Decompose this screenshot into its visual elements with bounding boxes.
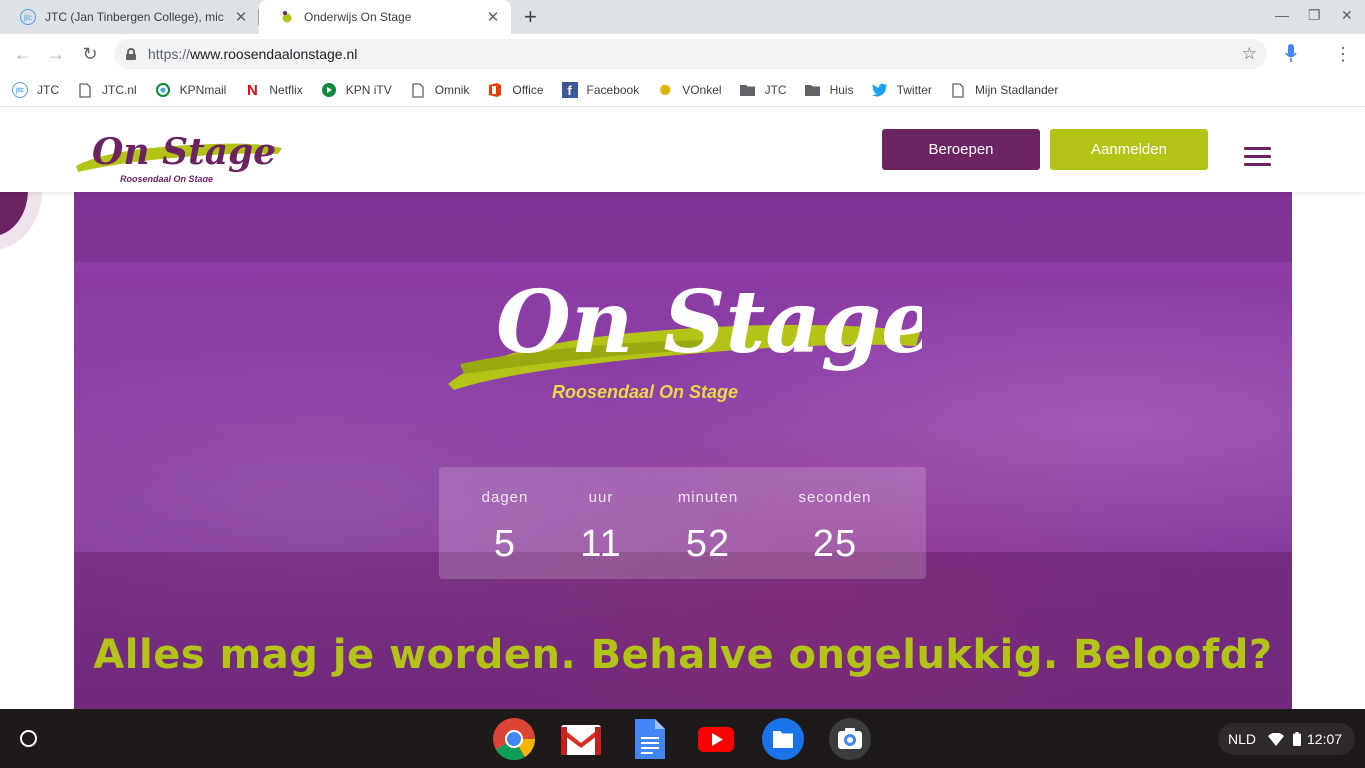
close-icon[interactable]: ✕ <box>233 8 249 26</box>
bookmark-facebook[interactable]: f Facebook <box>561 82 639 98</box>
docs-icon[interactable] <box>627 717 671 761</box>
tab-strip: jtc JTC (Jan Tinbergen College), mic ✕ O… <box>0 0 1365 34</box>
facebook-icon: f <box>561 82 578 98</box>
sun-icon: ✺ <box>659 81 672 98</box>
tab-title: JTC (Jan Tinbergen College), mic <box>45 10 224 24</box>
svg-text:On Stage: On Stage <box>92 131 276 173</box>
bookmark-jtc[interactable]: jtc JTC <box>12 82 59 98</box>
forward-icon[interactable]: → <box>44 42 68 66</box>
twitter-icon <box>871 82 888 98</box>
youtube-icon[interactable] <box>694 717 738 761</box>
jtc-icon: jtc <box>12 82 28 98</box>
mic-icon[interactable] <box>1285 43 1297 65</box>
bookmark-folder-jtc[interactable]: JTC <box>740 82 787 98</box>
bookmarks-bar: jtc JTC JTC.nl KPNmail N Netflix KPN iTV O… <box>0 74 1365 107</box>
bookmark-jtc-nl[interactable]: JTC.nl <box>77 82 137 98</box>
jtc-icon: jtc <box>20 9 36 25</box>
bookmark-kpn-itv[interactable]: KPN iTV <box>321 82 392 98</box>
onstage-icon <box>279 9 295 25</box>
bookmark-office[interactable]: Office <box>487 82 544 98</box>
netflix-icon: N <box>246 81 258 99</box>
keyboard-layout: NLD <box>1228 731 1257 747</box>
clock: 12:07 <box>1307 731 1343 747</box>
svg-text:Roosendaal On Stage: Roosendaal On Stage <box>552 382 738 402</box>
hero-tagline: Alles mag je worden. Behalve ongelukkig.… <box>93 632 1273 678</box>
tab-title: Onderwijs On Stage <box>304 10 412 24</box>
restore-icon[interactable]: ❐ <box>1308 7 1321 24</box>
bookmark-omnik[interactable]: Omnik <box>410 82 469 98</box>
close-icon[interactable]: ✕ <box>485 8 501 26</box>
bookmark-vonkel[interactable]: ✺ VOnkel <box>657 82 721 98</box>
truss-decoration <box>74 192 1292 262</box>
countdown-timer: dagen 5 uur 11 minuten 52 seconden 25 <box>439 467 926 579</box>
aanmelden-button[interactable]: Aanmelden <box>1050 129 1208 170</box>
files-icon[interactable] <box>761 717 805 761</box>
bookmark-kpnmail[interactable]: KPNmail <box>155 82 226 98</box>
office-icon <box>487 82 503 98</box>
tab-onstage[interactable]: Onderwijs On Stage ✕ <box>259 0 511 34</box>
page-icon <box>410 82 426 98</box>
url-text: https://www.roosendaalonstage.nl <box>148 46 358 62</box>
system-tray[interactable]: NLD 12:07 <box>1218 723 1355 755</box>
bookmark-netflix[interactable]: N Netflix <box>244 81 303 99</box>
page-icon <box>77 82 93 98</box>
lock-icon[interactable] <box>126 48 136 60</box>
kpn-itv-icon <box>321 82 337 98</box>
reload-icon[interactable]: ↻ <box>78 42 102 66</box>
chrome-icon[interactable] <box>492 717 536 761</box>
back-icon[interactable]: ← <box>11 42 35 66</box>
bookmark-mijn-stadlander[interactable]: Mijn Stadlander <box>950 82 1058 98</box>
bookmark-twitter[interactable]: Twitter <box>871 82 932 98</box>
svg-text:On Stage: On Stage <box>496 272 922 373</box>
beroepen-button[interactable]: Beroepen <box>882 129 1040 170</box>
tab-jtc[interactable]: jtc JTC (Jan Tinbergen College), mic ✕ <box>0 0 259 34</box>
new-tab-button[interactable]: + <box>524 4 537 30</box>
page-icon <box>950 82 966 98</box>
gmail-icon[interactable] <box>559 717 603 761</box>
bookmark-folder-huis[interactable]: Huis <box>805 82 854 98</box>
camera-icon[interactable] <box>828 717 872 761</box>
more-menu-icon[interactable]: ⋮ <box>1334 42 1352 66</box>
minimize-icon[interactable]: — <box>1275 7 1289 23</box>
address-bar[interactable]: https://www.roosendaalonstage.nl ☆ <box>114 39 1267 69</box>
folder-icon <box>805 82 821 98</box>
launcher-icon[interactable] <box>20 730 37 747</box>
site-header: On Stage Roosendaal On Stage Beroepen Aa… <box>0 108 1365 192</box>
svg-text:Roosendaal On Stage: Roosendaal On Stage <box>120 174 213 182</box>
close-window-icon[interactable]: ✕ <box>1341 7 1353 24</box>
battery-icon <box>1293 732 1302 746</box>
kpn-icon <box>155 82 171 98</box>
wifi-icon <box>1268 732 1285 746</box>
hero-banner: On Stage Roosendaal On Stage dagen 5 uur… <box>74 192 1292 709</box>
hero-logo: On Stage Roosendaal On Stage <box>448 272 922 402</box>
folder-icon <box>740 82 756 98</box>
site-logo[interactable]: On Stage Roosendaal On Stage <box>72 120 286 182</box>
browser-toolbar: ← → ↻ https://www.roosendaalonstage.nl ☆… <box>0 34 1365 74</box>
hamburger-menu-icon[interactable] <box>1244 147 1271 167</box>
bookmark-star-icon[interactable]: ☆ <box>1242 44 1257 64</box>
os-shelf: NLD 12:07 <box>0 709 1365 768</box>
